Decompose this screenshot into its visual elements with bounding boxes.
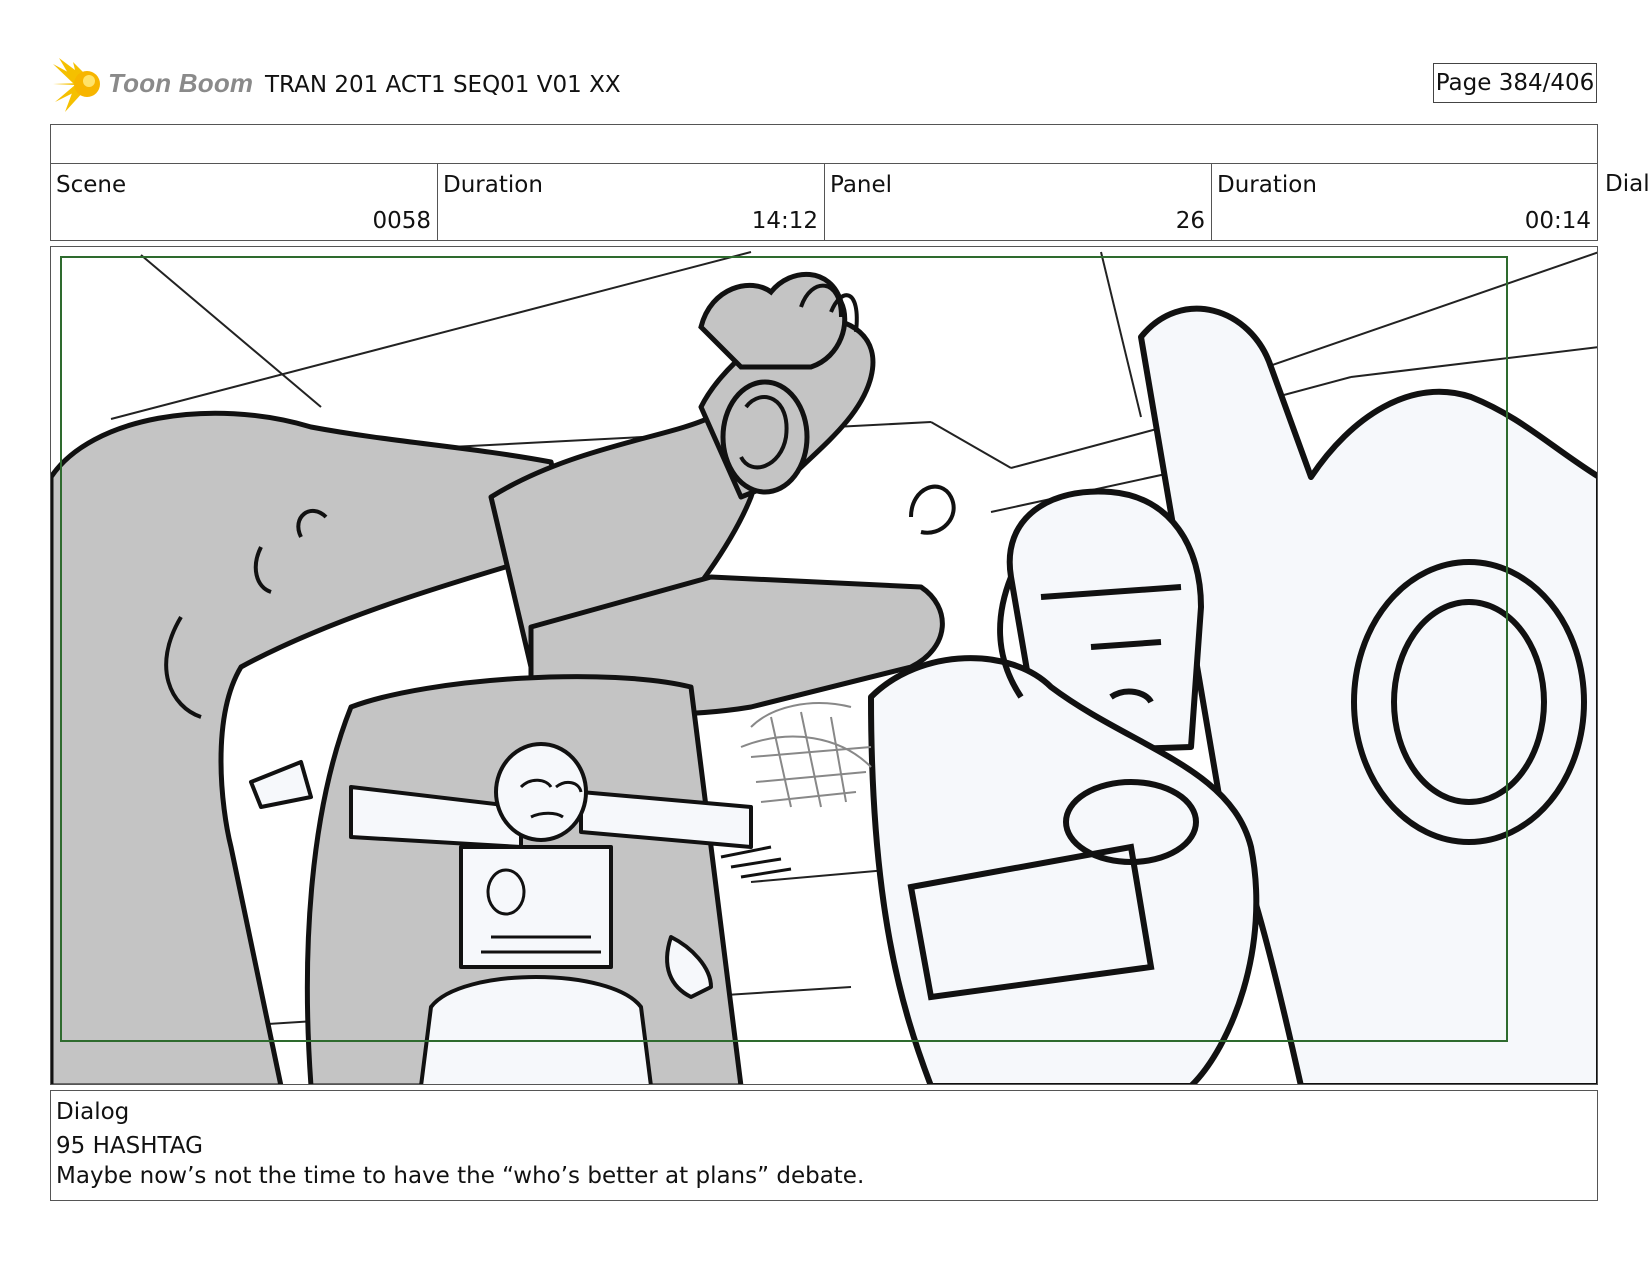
dialog-overflow-label: Dialo	[1605, 171, 1650, 197]
project-title: TRAN 201 ACT1 SEQ01 V01 XX	[265, 72, 621, 98]
panel-duration-label: Duration	[1217, 172, 1317, 198]
title-blank-row	[50, 124, 1598, 164]
starburst-icon	[53, 58, 100, 112]
scene-value: 0058	[372, 208, 431, 234]
toon-boom-logo: Toon Boom	[53, 58, 253, 112]
storyboard-sketch-icon	[51, 251, 1597, 1084]
scene-cell: Scene 0058	[50, 163, 438, 241]
panel-value: 26	[1175, 208, 1205, 234]
scene-label: Scene	[56, 172, 127, 198]
logo-text: Toon Boom	[108, 68, 254, 98]
page-number: Page 384/406	[1433, 63, 1597, 103]
panel-cell: Panel 26	[824, 163, 1212, 241]
page-header: Toon Boom TRAN 201 ACT1 SEQ01 V01 XX Pag…	[0, 0, 1650, 125]
storyboard-panel	[50, 246, 1598, 1085]
dialog-speaker: 95 HASHTAG	[56, 1133, 203, 1159]
dialog-box: Dialog 95 HASHTAG Maybe now’s not the ti…	[50, 1090, 1598, 1201]
panel-duration-value: 00:14	[1524, 208, 1591, 234]
scene-duration-label: Duration	[443, 172, 543, 198]
dialog-line: Maybe now’s not the time to have the “wh…	[56, 1163, 865, 1189]
scene-duration-cell: Duration 14:12	[437, 163, 825, 241]
scene-duration-value: 14:12	[751, 208, 818, 234]
panel-duration-cell: Duration 00:14	[1211, 163, 1598, 241]
panel-label: Panel	[830, 172, 893, 198]
scene-info-row: Scene 0058 Duration 14:12 Panel 26 Durat…	[50, 163, 1650, 241]
dialog-label: Dialog	[56, 1099, 130, 1125]
